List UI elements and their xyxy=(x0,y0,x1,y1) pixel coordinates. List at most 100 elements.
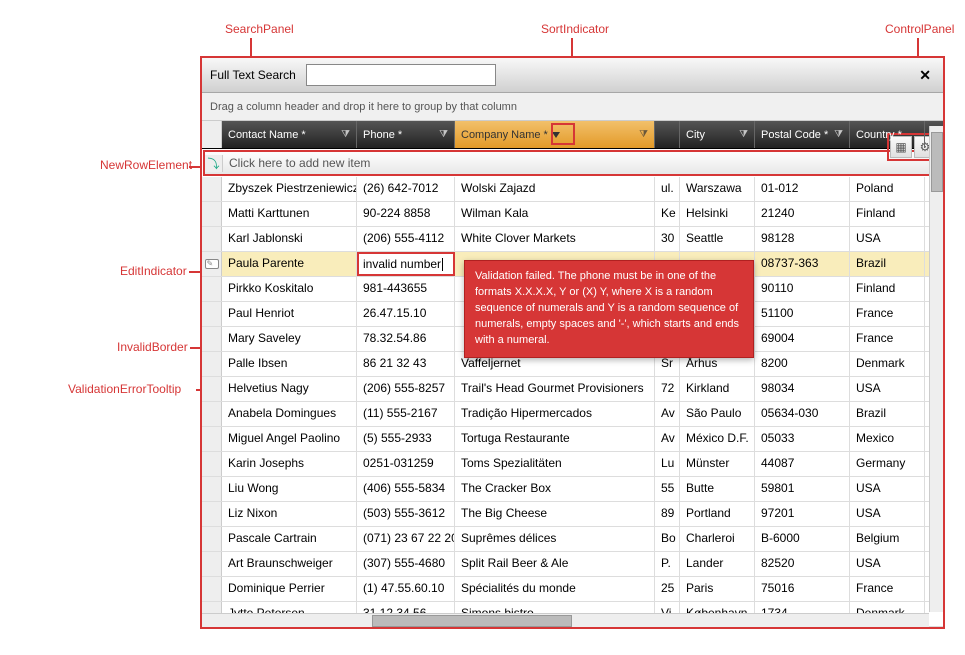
cell-company[interactable]: Split Rail Beer & Ale xyxy=(455,552,655,576)
cell-contact[interactable]: Paula Parente xyxy=(222,252,357,276)
cell-city[interactable]: Butte xyxy=(680,477,755,501)
cell-company[interactable]: The Big Cheese xyxy=(455,502,655,526)
cell-trunc[interactable]: 30 xyxy=(655,227,680,251)
cell-postal[interactable]: B-6000 xyxy=(755,527,850,551)
group-panel[interactable]: Drag a column header and drop it here to… xyxy=(202,93,943,121)
cell-trunc[interactable]: 25 xyxy=(655,577,680,601)
cell-contact[interactable]: Pascale Cartrain xyxy=(222,527,357,551)
cell-city[interactable]: Charleroi xyxy=(680,527,755,551)
cell-country[interactable]: USA xyxy=(850,502,925,526)
cell-contact[interactable]: Anabela Domingues xyxy=(222,402,357,426)
cell-trunc[interactable]: Lu xyxy=(655,452,680,476)
cell-postal[interactable]: 05033 xyxy=(755,427,850,451)
cell-city[interactable]: Paris xyxy=(680,577,755,601)
cell-city[interactable]: Warszawa xyxy=(680,177,755,201)
cell-postal[interactable]: 01-012 xyxy=(755,177,850,201)
filter-icon[interactable]: ⧩ xyxy=(739,129,748,140)
cell-country[interactable]: Belgium xyxy=(850,527,925,551)
filter-icon[interactable]: ⧩ xyxy=(439,129,448,140)
cell-company[interactable]: Toms Spezialitäten xyxy=(455,452,655,476)
cell-company[interactable]: Trail's Head Gourmet Provisioners xyxy=(455,377,655,401)
cell-city[interactable]: Münster xyxy=(680,452,755,476)
cell-postal[interactable]: 08737-363 xyxy=(755,252,850,276)
cell-city[interactable]: Lander xyxy=(680,552,755,576)
header-contact[interactable]: Contact Name *⧩ xyxy=(222,121,357,148)
cell-phone[interactable]: 26.47.15.10 xyxy=(357,302,455,326)
cell-phone[interactable]: (26) 642-7012 xyxy=(357,177,455,201)
cell-country[interactable]: Germany xyxy=(850,452,925,476)
table-row[interactable]: Miguel Angel Paolino(5) 555-2933Tortuga … xyxy=(202,427,943,452)
cell-postal[interactable]: 75016 xyxy=(755,577,850,601)
table-row[interactable]: Dominique Perrier(1) 47.55.60.10Spéciali… xyxy=(202,577,943,602)
cell-postal[interactable]: 8200 xyxy=(755,352,850,376)
cell-contact[interactable]: Paul Henriot xyxy=(222,302,357,326)
cell-country[interactable]: Denmark xyxy=(850,352,925,376)
cell-contact[interactable]: Pirkko Koskitalo xyxy=(222,277,357,301)
cell-city[interactable]: Helsinki xyxy=(680,202,755,226)
cell-city[interactable]: Portland xyxy=(680,502,755,526)
cell-country[interactable]: Poland xyxy=(850,177,925,201)
cell-phone[interactable]: (206) 555-8257 xyxy=(357,377,455,401)
cell-postal[interactable]: 21240 xyxy=(755,202,850,226)
cell-country[interactable]: France xyxy=(850,577,925,601)
cell-country[interactable]: USA xyxy=(850,377,925,401)
new-row[interactable]: ⤵ Click here to add new item xyxy=(203,150,942,176)
cell-phone[interactable]: (071) 23 67 22 20 xyxy=(357,527,455,551)
cell-company[interactable]: The Cracker Box xyxy=(455,477,655,501)
cell-country[interactable]: USA xyxy=(850,552,925,576)
cell-company[interactable]: Tradição Hipermercados xyxy=(455,402,655,426)
cell-trunc[interactable]: Ke xyxy=(655,202,680,226)
cell-trunc[interactable]: P. xyxy=(655,552,680,576)
cell-phone[interactable]: (503) 555-3612 xyxy=(357,502,455,526)
cell-contact[interactable]: Liu Wong xyxy=(222,477,357,501)
cell-trunc[interactable]: 55 xyxy=(655,477,680,501)
cell-country[interactable]: Finland xyxy=(850,277,925,301)
cell-postal[interactable]: 98034 xyxy=(755,377,850,401)
cell-contact[interactable]: Karin Josephs xyxy=(222,452,357,476)
header-city[interactable]: City⧩ xyxy=(680,121,755,148)
cell-contact[interactable]: Helvetius Nagy xyxy=(222,377,357,401)
cell-postal[interactable]: 59801 xyxy=(755,477,850,501)
table-row[interactable]: Zbyszek Piestrzeniewicz(26) 642-7012Wols… xyxy=(202,177,943,202)
cell-company[interactable]: Suprêmes délices xyxy=(455,527,655,551)
table-row[interactable]: Pascale Cartrain(071) 23 67 22 20Suprême… xyxy=(202,527,943,552)
cell-phone[interactable]: (406) 555-5834 xyxy=(357,477,455,501)
cell-country[interactable]: Mexico xyxy=(850,427,925,451)
cell-phone[interactable]: (11) 555-2167 xyxy=(357,402,455,426)
cell-trunc[interactable]: 89 xyxy=(655,502,680,526)
cell-postal[interactable]: 51100 xyxy=(755,302,850,326)
table-row[interactable]: Art Braunschweiger(307) 555-4680Split Ra… xyxy=(202,552,943,577)
scroll-thumb[interactable] xyxy=(931,132,943,192)
filter-icon[interactable]: ⧩ xyxy=(834,129,843,140)
table-row[interactable]: Liu Wong(406) 555-5834The Cracker Box55B… xyxy=(202,477,943,502)
cell-trunc[interactable]: Av xyxy=(655,427,680,451)
cell-postal[interactable]: 98128 xyxy=(755,227,850,251)
table-row[interactable]: Helvetius Nagy(206) 555-8257Trail's Head… xyxy=(202,377,943,402)
cell-country[interactable]: USA xyxy=(850,477,925,501)
header-truncated[interactable] xyxy=(655,121,680,148)
cell-city[interactable]: México D.F. xyxy=(680,427,755,451)
cell-phone[interactable]: 86 21 32 43 xyxy=(357,352,455,376)
cell-trunc[interactable]: Av xyxy=(655,402,680,426)
search-input[interactable] xyxy=(306,64,496,86)
cell-phone[interactable]: (307) 555-4680 xyxy=(357,552,455,576)
cell-city[interactable]: Seattle xyxy=(680,227,755,251)
cell-postal[interactable]: 90110 xyxy=(755,277,850,301)
vertical-scrollbar[interactable] xyxy=(929,126,943,612)
cell-country[interactable]: USA xyxy=(850,227,925,251)
cell-country[interactable]: Brazil xyxy=(850,252,925,276)
cell-phone[interactable]: (1) 47.55.60.10 xyxy=(357,577,455,601)
cell-city[interactable]: São Paulo xyxy=(680,402,755,426)
cell-contact[interactable]: Mary Saveley xyxy=(222,327,357,351)
cell-contact[interactable]: Liz Nixon xyxy=(222,502,357,526)
table-row[interactable]: Matti Karttunen90-224 8858Wilman KalaKeH… xyxy=(202,202,943,227)
filter-icon[interactable]: ⧩ xyxy=(341,129,350,140)
cell-contact[interactable]: Karl Jablonski xyxy=(222,227,357,251)
cell-country[interactable]: France xyxy=(850,327,925,351)
filter-icon[interactable]: ⧩ xyxy=(639,129,648,140)
cell-contact[interactable]: Matti Karttunen xyxy=(222,202,357,226)
cell-phone[interactable]: 981-443655 xyxy=(357,277,455,301)
cell-contact[interactable]: Miguel Angel Paolino xyxy=(222,427,357,451)
cell-contact[interactable]: Palle Ibsen xyxy=(222,352,357,376)
table-row[interactable]: Karin Josephs0251-031259Toms Spezialität… xyxy=(202,452,943,477)
